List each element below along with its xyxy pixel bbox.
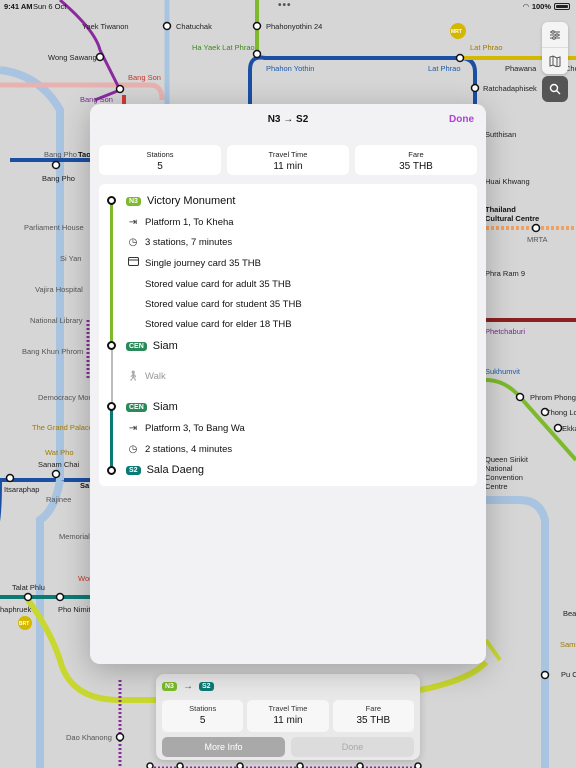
transfer-station-name: Siam [152,401,178,413]
step-origin[interactable]: N3 Victory Monument [99,192,477,210]
clock-icon: ◷ [128,236,138,248]
step-fare-single: Single journey card 35 THB [99,254,477,272]
transfer-line-badge: CEN [126,402,147,412]
transfer-line-badge: CEN [126,341,147,351]
origin-line-badge: N3 [126,196,141,206]
destination-station-name: Sala Daeng [146,464,205,476]
fare-text: Single journey card 35 THB [145,257,261,269]
summary-fare: Fare 35 THB [355,145,477,175]
fare-text: Stored value card for adult 35 THB [145,278,292,290]
summary-label: Stations [146,150,174,159]
route-details-sheet: N3 → S2 Done Stations 5 Travel Time 11 m… [90,104,486,664]
step-fare-adult: Stored value card for adult 35 THB [99,275,477,293]
destination-line-badge: S2 [126,465,141,475]
card-icon [126,257,140,269]
summary-stations: Stations 5 [99,145,221,175]
board-arrow-icon: ⇥ [128,422,138,434]
fare-text: Stored value card for student 35 THB [145,298,302,310]
step-platform-1: ⇥ Platform 1, To Kheha [99,213,477,231]
walk-text: Walk [145,370,166,382]
summary-label: Fare [408,150,424,159]
platform-text: Platform 3, To Bang Wa [145,422,245,434]
duration-text: 2 stations, 4 minutes [145,443,233,455]
step-duration-1: ◷ 3 stations, 7 minutes [99,233,477,251]
trip-summary: Stations 5 Travel Time 11 min Fare 35 TH… [90,138,486,175]
transfer-station-name: Siam [152,340,178,352]
step-transfer-depart[interactable]: CEN Siam [99,398,477,416]
step-walk: 🚶︎ Walk [99,367,477,385]
board-arrow-icon: ⇥ [128,216,138,228]
route-steps: N3 Victory Monument ⇥ Platform 1, To Khe… [99,184,477,486]
summary-label: Travel Time [268,150,308,159]
duration-text: 3 stations, 7 minutes [145,236,233,248]
platform-text: Platform 1, To Kheha [145,216,234,228]
step-fare-elder: Stored value card for elder 18 THB [99,315,477,333]
origin-station-name: Victory Monument [146,195,236,207]
summary-value: 35 THB [399,161,433,172]
summary-value: 11 min [273,161,303,172]
step-destination[interactable]: S2 Sala Daeng [99,461,477,479]
sheet-header: N3 → S2 Done [90,104,486,138]
step-transfer-arrive[interactable]: CEN Siam [99,337,477,355]
done-button[interactable]: Done [449,114,474,125]
step-platform-2: ⇥ Platform 3, To Bang Wa [99,419,477,437]
step-fare-student: Stored value card for student 35 THB [99,295,477,313]
fare-text: Stored value card for elder 18 THB [145,318,292,330]
step-duration-2: ◷ 2 stations, 4 minutes [99,440,477,458]
sheet-title: N3 → S2 [267,114,309,125]
walk-icon: 🚶︎ [126,370,140,382]
clock-icon: ◷ [128,443,138,455]
summary-value: 5 [157,161,163,172]
summary-travel-time: Travel Time 11 min [227,145,349,175]
